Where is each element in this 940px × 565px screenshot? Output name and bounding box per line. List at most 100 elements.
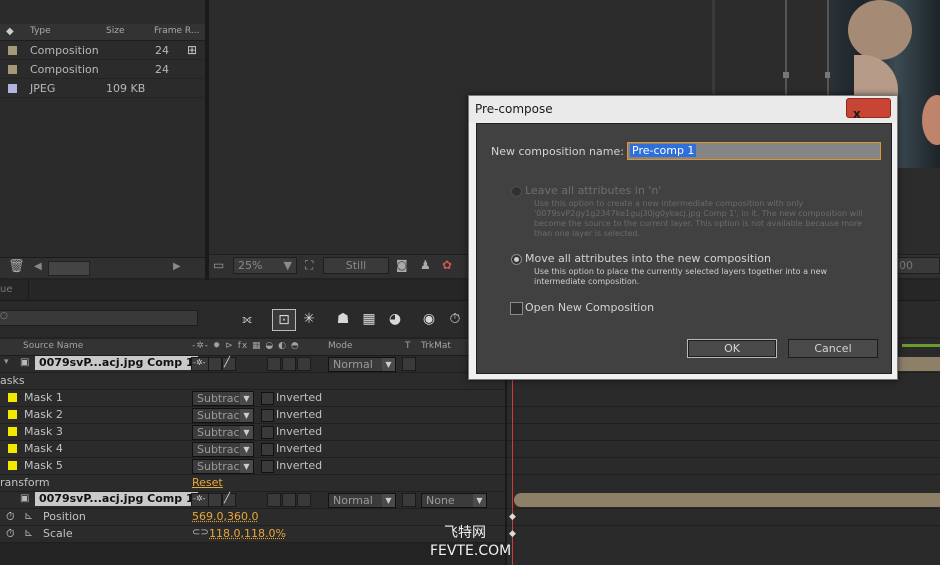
transform-group-label: ransform (0, 476, 50, 489)
link-icon[interactable]: ⊂⊃ (192, 527, 209, 538)
mask-inverted-checkbox[interactable] (261, 443, 274, 456)
monitor-icon[interactable]: ▭ (213, 258, 224, 272)
composition-name-input[interactable]: Pre-comp 1 (627, 142, 881, 160)
mask-inverted-checkbox[interactable] (261, 392, 274, 405)
color-channels-icon[interactable]: ✿ (442, 258, 452, 272)
motion-blur-icon[interactable]: ◕ (384, 309, 406, 329)
graph-icon[interactable]: ⊾ (24, 509, 33, 522)
stopwatch-icon[interactable]: ⏱ (6, 510, 15, 524)
camera-icon[interactable]: ◙ (396, 258, 408, 272)
mask-color-swatch[interactable] (8, 444, 17, 453)
brainstorm-icon[interactable]: ◉ (418, 309, 440, 329)
property-row-position[interactable]: ⏱ ⊾ Position 569.0,360.0 (0, 509, 505, 526)
quality-switch[interactable]: ╱ (222, 493, 236, 507)
shy-switch[interactable]: -✲- (191, 357, 209, 371)
graph-editor-icon[interactable]: ⏱ (444, 309, 466, 329)
mask-row[interactable]: Mask 5 Subtrac ▼ Inverted (0, 458, 505, 475)
mask-color-swatch[interactable] (8, 410, 17, 419)
open-new-composition-checkbox[interactable] (510, 302, 523, 315)
trash-icon[interactable]: 🗑 (8, 259, 25, 274)
fit-icon[interactable]: ⛶ (305, 258, 313, 273)
mask-mode-dropdown[interactable]: Subtrac ▼ (192, 408, 254, 423)
leave-attributes-radio[interactable] (511, 186, 522, 197)
live-update-icon[interactable]: ⊡ (272, 309, 296, 331)
masks-group-row[interactable]: asks (0, 373, 505, 390)
mask-color-swatch[interactable] (8, 461, 17, 470)
cancel-button[interactable]: Cancel (788, 339, 878, 358)
mask-row[interactable]: Mask 3 Subtrac ▼ Inverted (0, 424, 505, 441)
project-item-row[interactable]: Composition 24 (0, 41, 205, 60)
mask-mode-dropdown[interactable]: Subtrac ▼ (192, 459, 254, 474)
collapse-switch[interactable] (208, 493, 222, 507)
col-frame-rate[interactable]: Frame R... (154, 26, 199, 36)
mask-row[interactable]: Mask 2 Subtrac ▼ Inverted (0, 407, 505, 424)
col-type[interactable]: Type (30, 26, 51, 36)
frame-blending-icon[interactable]: ▦ (358, 309, 380, 329)
scrollbar-thumb[interactable] (48, 261, 90, 276)
layer-name[interactable]: 0079svP...acj.jpg Comp 1 (35, 492, 198, 506)
col-t[interactable]: T (405, 341, 411, 351)
mask-inverted-checkbox[interactable] (261, 426, 274, 439)
project-item-row[interactable]: JPEG 109 KB (0, 79, 205, 98)
layer-row[interactable]: ▣ 0079svP...acj.jpg Comp 1 -✲- ╱ Normal ▼… (0, 492, 505, 509)
mask-mode-dropdown[interactable]: Subtrac ▼ (192, 442, 254, 457)
resolution-dropdown[interactable]: Still (323, 257, 389, 274)
switches-icons[interactable]: -✲- ✹ ⊳ fx ▦ ◒ ◐ ◓ (192, 341, 300, 351)
stopwatch-icon[interactable]: ⏱ (6, 527, 15, 541)
transform-reset-link[interactable]: Reset (192, 476, 223, 489)
move-attributes-radio[interactable] (511, 254, 522, 265)
timecode-field[interactable]: 00 (894, 257, 940, 274)
preserve-transparency-checkbox[interactable] (402, 357, 416, 371)
col-size[interactable]: Size (106, 26, 124, 36)
draft-3d-icon[interactable]: ✳ (298, 309, 320, 329)
dialog-title: Pre-compose (475, 102, 553, 116)
composition-mini-flowchart-icon[interactable]: ⟗ (236, 309, 258, 329)
keyframe-icon[interactable]: ◆ (509, 529, 516, 539)
mask-row[interactable]: Mask 1 Subtrac ▼ Inverted (0, 390, 505, 407)
keyframe-icon[interactable]: ◆ (509, 512, 516, 522)
quality-switch[interactable]: ╱ (222, 357, 236, 371)
col-source-name[interactable]: Source Name (23, 341, 83, 351)
shy-layers-icon[interactable]: ☗ (332, 309, 354, 329)
person-icon[interactable]: ♟ (420, 258, 431, 272)
project-column-header: ◆ Type Size Frame R... (0, 24, 205, 41)
blend-mode-dropdown[interactable]: Normal ▼ (328, 357, 396, 372)
trkmat-dropdown[interactable]: None ▼ (421, 493, 487, 508)
project-item-row[interactable]: Composition 24 (0, 60, 205, 79)
transform-group-row[interactable]: ransform Reset (0, 475, 505, 492)
property-row-scale[interactable]: ⏱ ⊾ Scale ⊂⊃ 118.0,118.0% (0, 526, 505, 543)
guide-handle[interactable] (783, 72, 789, 78)
mask-mode-dropdown[interactable]: Subtrac ▼ (192, 391, 254, 406)
mask-inverted-checkbox[interactable] (261, 409, 274, 422)
position-value[interactable]: 569.0,360.0 (192, 510, 258, 523)
mask-color-swatch[interactable] (8, 427, 17, 436)
layer-name[interactable]: 0079svP...acj.jpg Comp 1 (35, 356, 198, 370)
timeline-tab[interactable]: ue (0, 284, 13, 295)
mask-row[interactable]: Mask 4 Subtrac ▼ Inverted (0, 441, 505, 458)
work-area-bar[interactable] (902, 344, 940, 347)
dialog-title-bar[interactable]: Pre-compose x (469, 96, 897, 122)
label-icon[interactable]: ◆ (6, 26, 14, 37)
timeline-search-input[interactable]: ○ (0, 310, 198, 326)
scroll-left-icon[interactable]: ◀ (34, 261, 42, 272)
zoom-dropdown[interactable]: 25% ▼ (233, 257, 297, 274)
flowchart-icon[interactable]: ⊞ (187, 43, 197, 57)
mask-color-swatch[interactable] (8, 393, 17, 402)
graph-icon[interactable]: ⊾ (24, 526, 33, 539)
scale-value[interactable]: 118.0,118.0% (209, 527, 286, 540)
col-mode[interactable]: Mode (328, 341, 353, 351)
collapse-switch[interactable] (208, 357, 222, 371)
layer-row[interactable]: ▾ ▣ 0079svP...acj.jpg Comp 1 -✲- ╱ Norma… (0, 356, 505, 373)
mask-mode-dropdown[interactable]: Subtrac ▼ (192, 425, 254, 440)
col-trkmat[interactable]: TrkMat (421, 341, 451, 351)
shy-switch[interactable]: -✲- (191, 493, 209, 507)
layer-duration-bar[interactable] (514, 493, 940, 507)
close-button[interactable]: x (846, 98, 891, 121)
label-swatch (8, 46, 17, 55)
scroll-right-icon[interactable]: ▶ (173, 261, 181, 272)
expand-icon[interactable]: ▾ (4, 357, 9, 367)
blend-mode-dropdown[interactable]: Normal ▼ (328, 493, 396, 508)
mask-inverted-checkbox[interactable] (261, 460, 274, 473)
ok-button[interactable]: OK (687, 339, 777, 358)
preserve-transparency-checkbox[interactable] (402, 493, 416, 507)
